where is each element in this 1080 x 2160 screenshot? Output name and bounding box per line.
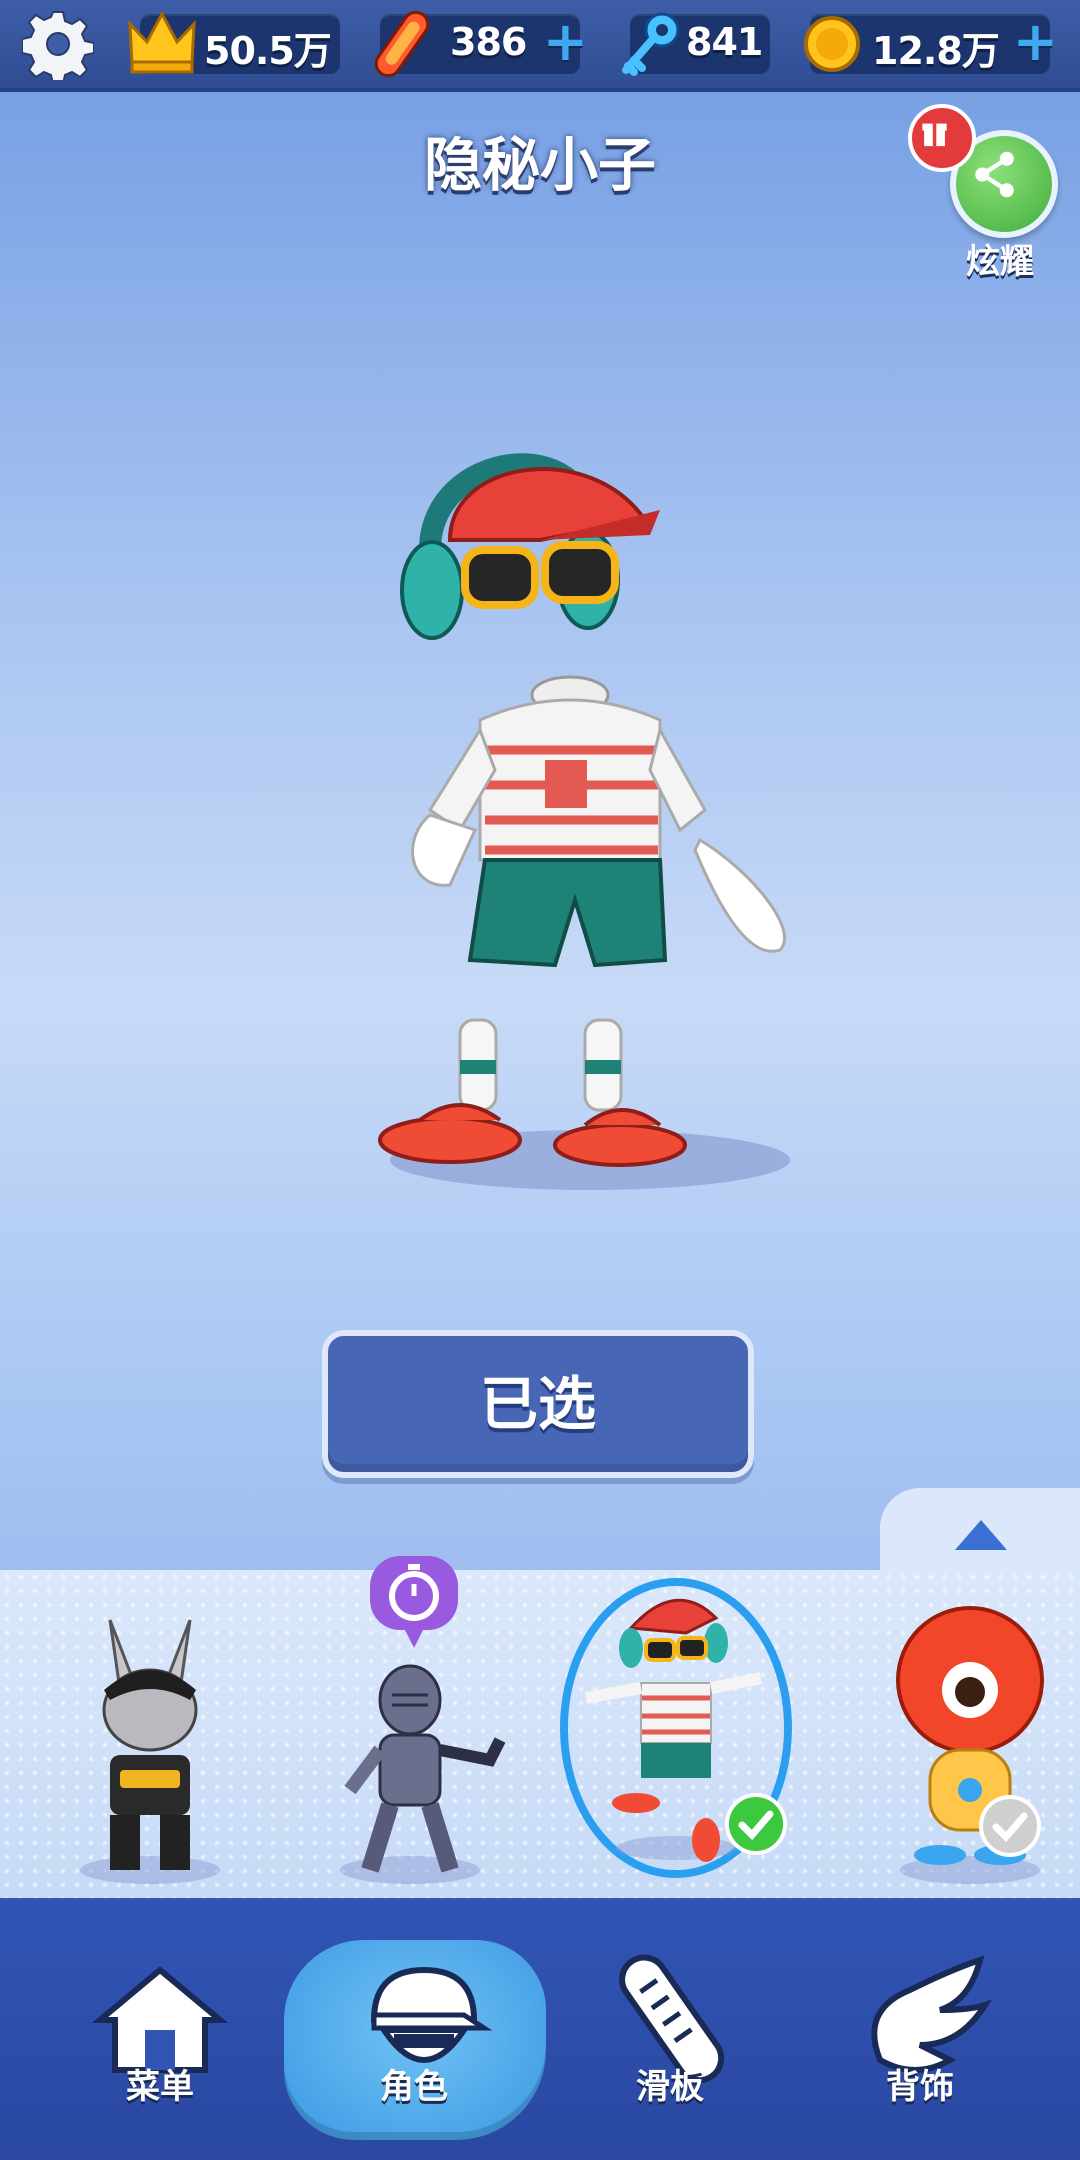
keys-value: 841 [686, 20, 763, 64]
nav-board-label: 滑板 [636, 2067, 704, 2107]
nav-accessory[interactable]: 背饰 [820, 1950, 1020, 2130]
hoverboards-counter: 386 + [374, 10, 588, 78]
crowns-value: 50.5万 [204, 29, 332, 73]
nav-accessory-label: 背饰 [886, 2067, 954, 2107]
gear-icon[interactable] [22, 8, 94, 80]
nav-character[interactable]: 角色 [314, 1950, 514, 2130]
timer-icon [370, 1556, 458, 1648]
add-hoverboards-button[interactable]: + [543, 14, 588, 70]
nav-board[interactable]: 滑板 [570, 1950, 770, 2130]
coins-counter: 12.8万 + [804, 14, 1058, 74]
character-thumb-bunny[interactable] [40, 1590, 260, 1890]
nav-menu-label: 菜单 [126, 2067, 194, 2107]
gift-icon[interactable] [908, 104, 976, 172]
share-label: 炫耀 [966, 242, 1034, 282]
nav-menu[interactable]: 菜单 [60, 1950, 260, 2130]
hoverboards-value: 386 [450, 20, 527, 64]
owned-check-icon [979, 1795, 1041, 1857]
selected-button[interactable]: 已选 [322, 1330, 754, 1478]
resource-bar: 50.5万 386 + 841 12.8万 + [0, 0, 1080, 92]
character-thumb-mascot[interactable] [860, 1590, 1080, 1890]
hoverboard-icon [374, 10, 430, 78]
add-coins-button[interactable]: + [1013, 14, 1058, 70]
coins-value: 12.8万 [872, 29, 1000, 73]
coin-icon [804, 16, 860, 72]
selected-check-icon [725, 1793, 787, 1855]
selected-button-label: 已选 [479, 1370, 596, 1438]
character-preview [378, 453, 790, 1190]
nav-character-label: 角色 [380, 2067, 448, 2107]
chevron-up-icon[interactable] [955, 1520, 1007, 1550]
keys-counter: 841 [622, 12, 770, 76]
gift-box-icon [922, 123, 947, 147]
crowns-counter: 50.5万 [128, 10, 340, 74]
key-icon [622, 12, 680, 76]
crown-icon [128, 10, 196, 74]
